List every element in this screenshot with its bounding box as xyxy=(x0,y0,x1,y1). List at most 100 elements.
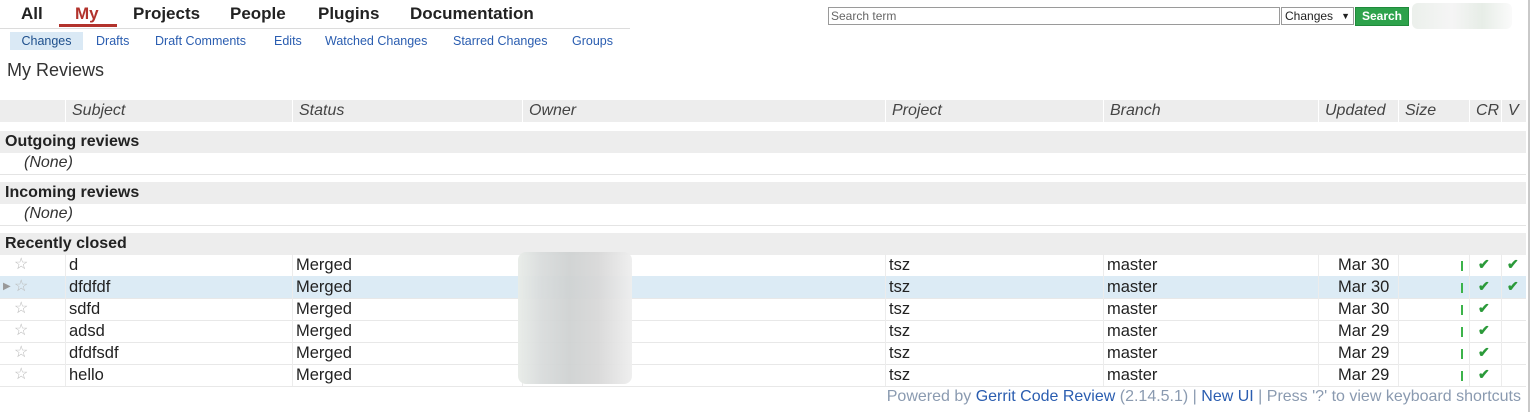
top-menu-plugins[interactable]: Plugins xyxy=(318,4,379,24)
row-subject[interactable]: d xyxy=(69,254,78,276)
row-updated: Mar 29 xyxy=(1338,322,1390,340)
column-separator xyxy=(885,342,886,364)
search-scope-value: Changes xyxy=(1285,9,1334,23)
top-menu-all[interactable]: All xyxy=(21,4,43,24)
footer-powered-by: Powered by xyxy=(886,388,976,405)
column-separator xyxy=(1318,364,1319,386)
row-branch: master xyxy=(1107,256,1158,274)
section-incoming-reviews: Incoming reviews xyxy=(0,182,1526,204)
search-input[interactable] xyxy=(828,7,1280,25)
section-outgoing-reviews: Outgoing reviews xyxy=(0,131,1526,153)
size-bar xyxy=(1461,305,1463,315)
row-pointer-icon: ▶ xyxy=(3,281,11,292)
column-separator xyxy=(1318,342,1319,364)
column-separator xyxy=(1318,320,1319,342)
table-header: Subject Status Owner Project Branch Upda… xyxy=(0,100,1526,122)
column-separator xyxy=(1501,254,1502,276)
column-separator xyxy=(1501,276,1502,298)
section-title: Recently closed xyxy=(5,235,127,252)
column-separator xyxy=(292,254,293,276)
header-project: Project xyxy=(885,100,1103,122)
user-avatar[interactable] xyxy=(1412,3,1512,29)
column-separator xyxy=(65,342,66,364)
sub-menu-draft-comments[interactable]: Draft Comments xyxy=(155,32,246,50)
header-updated: Updated xyxy=(1318,100,1398,122)
row-branch: master xyxy=(1107,344,1158,362)
sub-menu-edits[interactable]: Edits xyxy=(274,32,302,50)
empty-row: (None) xyxy=(0,203,1526,226)
table-row[interactable]: ▶ ☆ dfdfdf Merged tsz master Mar 30 ✔ ✔ xyxy=(0,276,1526,299)
section-title: Outgoing reviews xyxy=(5,133,140,150)
table-row[interactable]: ☆ dfdfsdf Merged tsz master Mar 29 ✔ xyxy=(0,342,1526,365)
table-row[interactable]: ☆ hello Merged tsz master Mar 29 ✔ xyxy=(0,364,1526,387)
row-updated: Mar 30 xyxy=(1338,300,1390,318)
column-separator xyxy=(65,298,66,320)
column-separator xyxy=(65,320,66,342)
star-icon[interactable]: ☆ xyxy=(14,299,28,319)
search-scope-select[interactable]: Changes ▼ xyxy=(1281,7,1354,25)
table-row[interactable]: ☆ d Merged tsz master Mar 30 ✔ ✔ xyxy=(0,254,1526,277)
table-row[interactable]: ☆ adsd Merged tsz master Mar 29 ✔ xyxy=(0,320,1526,343)
search-button[interactable]: Search xyxy=(1355,7,1409,26)
column-separator xyxy=(1501,364,1502,386)
cr-check-icon: ✔ xyxy=(1478,366,1490,382)
row-subject[interactable]: hello xyxy=(69,364,104,386)
column-separator xyxy=(1469,320,1470,342)
row-project: tsz xyxy=(889,278,911,296)
header-owner: Owner xyxy=(522,100,885,122)
star-icon[interactable]: ☆ xyxy=(14,277,28,297)
v-check-icon: ✔ xyxy=(1507,256,1519,272)
column-separator xyxy=(1103,254,1104,276)
column-separator xyxy=(1469,364,1470,386)
row-project: tsz xyxy=(889,256,911,274)
row-subject[interactable]: dfdfdf xyxy=(69,276,110,298)
star-icon[interactable]: ☆ xyxy=(14,321,28,341)
column-separator xyxy=(292,342,293,364)
star-icon[interactable]: ☆ xyxy=(14,343,28,363)
sub-menu-watched-changes[interactable]: Watched Changes xyxy=(325,32,427,50)
gerrit-link[interactable]: Gerrit Code Review xyxy=(976,388,1116,405)
sub-menu-groups[interactable]: Groups xyxy=(572,32,613,50)
top-menu-my[interactable]: My xyxy=(75,4,99,24)
column-separator xyxy=(885,320,886,342)
row-subject[interactable]: adsd xyxy=(69,320,105,342)
new-ui-link[interactable]: New UI xyxy=(1201,388,1253,405)
dropdown-arrow-icon: ▼ xyxy=(1341,11,1350,21)
sub-menu-changes[interactable]: Changes xyxy=(10,32,83,50)
cr-check-icon: ✔ xyxy=(1478,278,1490,294)
column-separator xyxy=(1469,342,1470,364)
column-separator xyxy=(292,276,293,298)
sub-menu-starred-changes[interactable]: Starred Changes xyxy=(453,32,548,50)
size-bar xyxy=(1461,349,1463,359)
star-icon[interactable]: ☆ xyxy=(14,365,28,385)
row-project: tsz xyxy=(889,322,911,340)
row-status: Merged xyxy=(296,344,352,362)
column-separator xyxy=(1398,254,1399,276)
star-icon[interactable]: ☆ xyxy=(14,255,28,275)
row-project: tsz xyxy=(889,300,911,318)
empty-text: (None) xyxy=(24,205,73,222)
column-separator xyxy=(1103,298,1104,320)
top-menu-people[interactable]: People xyxy=(230,4,286,24)
top-menu-projects[interactable]: Projects xyxy=(133,4,200,24)
row-updated: Mar 30 xyxy=(1338,256,1390,274)
sub-menu-drafts[interactable]: Drafts xyxy=(96,32,129,50)
row-updated: Mar 30 xyxy=(1338,278,1390,296)
row-subject[interactable]: dfdfsdf xyxy=(69,342,119,364)
column-separator xyxy=(292,298,293,320)
cr-check-icon: ✔ xyxy=(1478,322,1490,338)
header-subject: Subject xyxy=(65,100,292,122)
empty-row: (None) xyxy=(0,152,1526,175)
top-menu-documentation[interactable]: Documentation xyxy=(410,4,534,24)
table-row[interactable]: ☆ sdfd Merged tsz master Mar 30 ✔ xyxy=(0,298,1526,321)
column-separator xyxy=(885,364,886,386)
row-updated: Mar 29 xyxy=(1338,344,1390,362)
row-subject[interactable]: sdfd xyxy=(69,298,100,320)
column-separator xyxy=(885,276,886,298)
column-separator xyxy=(1398,298,1399,320)
size-bar xyxy=(1461,261,1463,271)
column-separator xyxy=(1469,298,1470,320)
column-separator xyxy=(1469,276,1470,298)
cr-check-icon: ✔ xyxy=(1478,300,1490,316)
cr-check-icon: ✔ xyxy=(1478,256,1490,272)
